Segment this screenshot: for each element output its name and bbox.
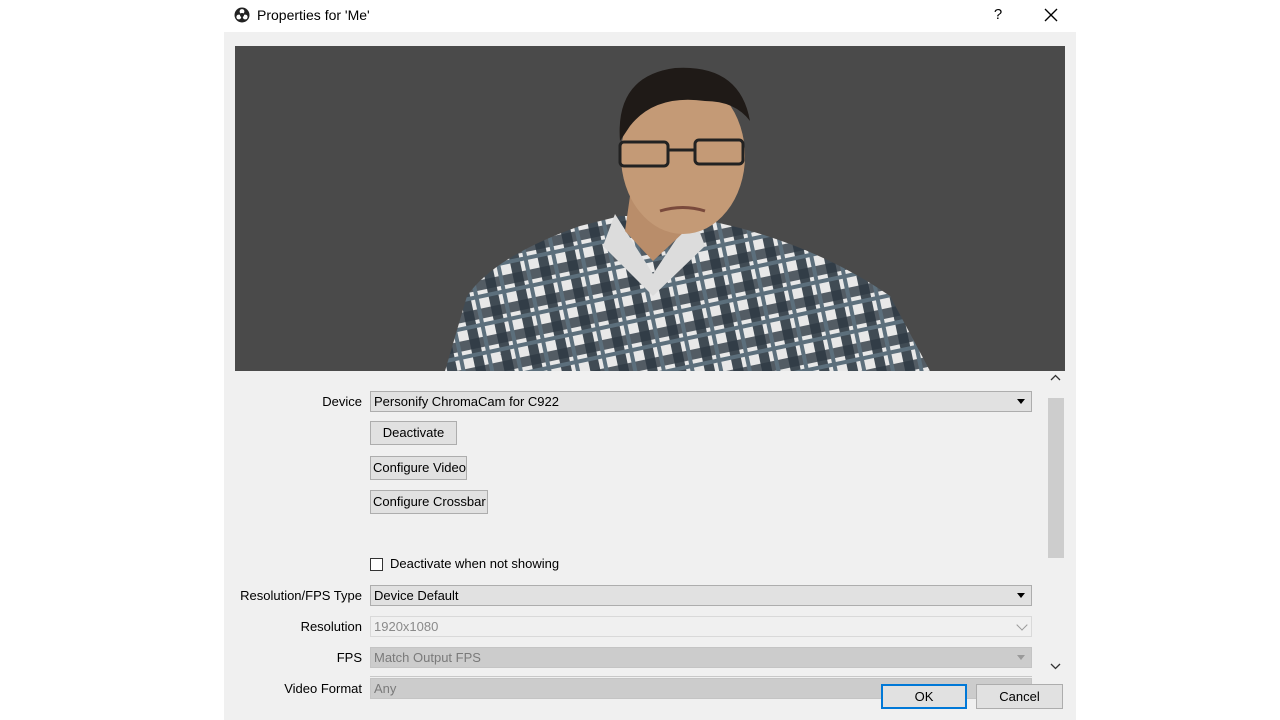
resolution-fps-type-label: Resolution/FPS Type [240,588,362,603]
resolution-label: Resolution [300,619,362,634]
resolution-value: 1920x1080 [374,619,439,634]
dropdown-arrow-icon [1017,593,1025,598]
device-label: Device [322,394,362,409]
configure-crossbar-button[interactable]: Configure Crossbar [370,490,488,514]
dropdown-arrow-icon [1017,655,1025,660]
resolution-fps-type-value: Device Default [374,588,459,603]
fps-dropdown[interactable]: Match Output FPS [370,647,1032,668]
resolution-dropdown[interactable]: 1920x1080 [370,616,1032,637]
device-dropdown[interactable]: Personify ChromaCam for C922 [370,391,1032,412]
deactivate-when-not-showing-label: Deactivate when not showing [390,556,560,571]
deactivate-when-not-showing-checkbox[interactable] [370,558,383,571]
form-bottom-edge [370,676,1032,677]
dropdown-arrow-icon [1017,399,1025,404]
ok-button[interactable]: OK [881,684,967,709]
help-button[interactable]: ? [984,2,1012,28]
scroll-down-arrow-icon[interactable] [1047,658,1064,674]
resolution-fps-type-dropdown[interactable]: Device Default [370,585,1032,606]
close-icon[interactable] [1036,2,1066,28]
fps-value: Match Output FPS [374,650,481,665]
properties-dialog: Device Personify ChromaCam for C922 Deac… [224,32,1076,720]
title-bar: Properties for 'Me' ? [224,0,1076,32]
cancel-button[interactable]: Cancel [976,684,1063,709]
chevron-down-icon [1016,619,1028,631]
obs-logo-icon [234,7,250,23]
video-format-label: Video Format [284,681,362,696]
video-format-value: Any [374,681,397,696]
scroll-up-arrow-icon[interactable] [1047,370,1064,386]
configure-video-button[interactable]: Configure Video [370,456,467,480]
scrollbar-thumb[interactable] [1048,398,1064,558]
properties-form: Device Personify ChromaCam for C922 Deac… [224,374,1076,699]
window-title: Properties for 'Me' [257,7,370,23]
webcam-person-image [445,67,930,371]
deactivate-button[interactable]: Deactivate [370,421,457,445]
form-scrollbar[interactable] [1047,370,1064,676]
device-value: Personify ChromaCam for C922 [374,394,559,409]
source-preview [235,46,1065,371]
fps-label: FPS [336,650,362,665]
